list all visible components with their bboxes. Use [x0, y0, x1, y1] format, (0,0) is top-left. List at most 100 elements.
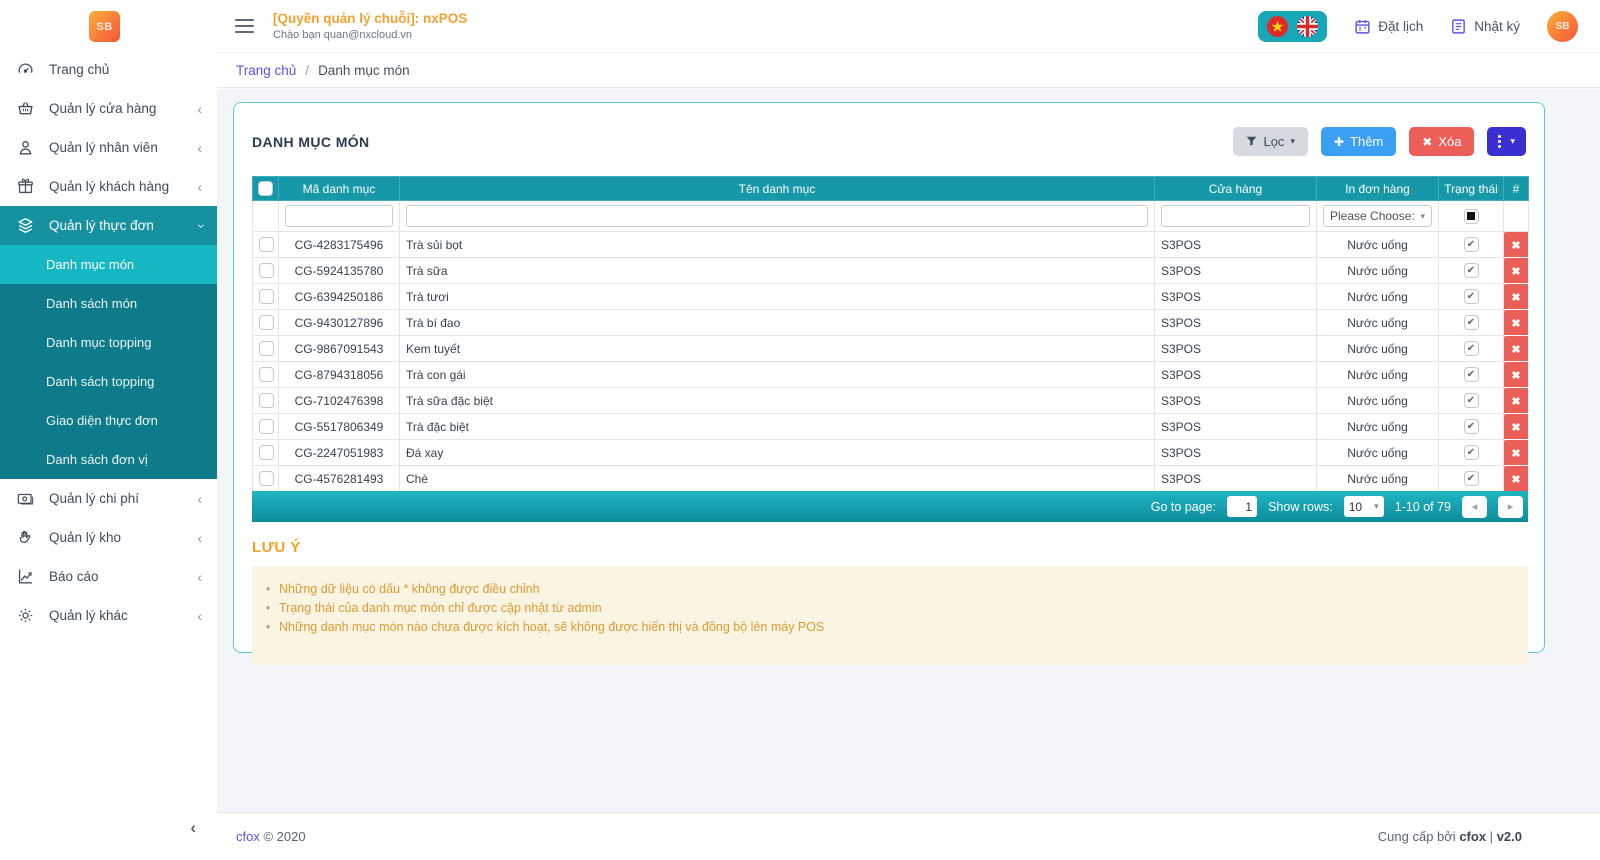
row-checkbox[interactable] [259, 419, 274, 435]
delete-row-button[interactable]: ✖ [1503, 361, 1529, 388]
row-checkbox[interactable] [259, 315, 274, 331]
sidebar-subitem[interactable]: Giao diện thực đơn [0, 401, 217, 440]
notes-box: Những dữ liệu có dấu * không được điều c… [252, 566, 1528, 665]
sidebar-item-home[interactable]: Trang chủ [0, 50, 217, 89]
delete-row-button[interactable]: ✖ [1503, 465, 1529, 492]
journal-button[interactable]: Nhật ký [1450, 18, 1520, 35]
chevron-left-icon: ‹ [197, 139, 202, 156]
status-checkbox[interactable] [1463, 289, 1479, 305]
filter-code-input[interactable] [285, 205, 393, 227]
table-row: CG-5517806349Trà đặc biệtS3POSNước uống ✖ [252, 413, 1529, 440]
status-checkbox[interactable] [1463, 315, 1479, 331]
prev-page-button[interactable]: ◂ [1462, 495, 1487, 518]
table-row: CG-9867091543Kem tuyếtS3POSNước uống ✖ [252, 335, 1529, 362]
row-checkbox[interactable] [259, 367, 274, 383]
sidebar-subitem[interactable]: Danh sách topping [0, 362, 217, 401]
filter-store-input[interactable] [1161, 205, 1310, 227]
delete-row-button[interactable]: ✖ [1503, 231, 1529, 258]
topbar-right: Đặt lịch Nhật ký SB [1258, 10, 1578, 42]
dashboard-icon [16, 60, 35, 79]
chevron-left-icon: ‹ [197, 490, 202, 507]
user-avatar[interactable]: SB [1547, 10, 1578, 42]
row-checkbox[interactable] [259, 237, 274, 253]
sidebar-item-menu[interactable]: Quản lý thực đơn ‹ [0, 206, 217, 245]
vietnam-flag-icon[interactable] [1267, 15, 1289, 37]
row-checkbox[interactable] [259, 341, 274, 357]
col-header-name: Tên danh mục [399, 176, 1155, 201]
row-checkbox[interactable] [259, 445, 274, 461]
page-number-input[interactable] [1227, 496, 1258, 517]
col-header-code: Mã danh mục [278, 176, 400, 201]
delete-row-button[interactable]: ✖ [1503, 257, 1529, 284]
sidebar-item-expense[interactable]: Quản lý chi phí ‹ [0, 479, 217, 518]
delete-row-button[interactable]: ✖ [1503, 283, 1529, 310]
calendar-icon [1355, 19, 1370, 34]
status-checkbox[interactable] [1463, 263, 1479, 279]
filter-button[interactable]: Lọc ▾ [1233, 127, 1308, 156]
sidebar-subitem[interactable]: Danh sách món [0, 284, 217, 323]
caret-down-icon: ▾ [1510, 136, 1515, 146]
delete-selected-button[interactable]: ✖ Xóa [1409, 127, 1475, 156]
cell-name: Trà đặc biệt [399, 413, 1155, 440]
uk-flag-icon[interactable] [1297, 15, 1319, 37]
category-table: Mã danh mục Tên danh mục Cửa hàng In đơn… [252, 176, 1529, 492]
sidebar-item-warehouse[interactable]: Quản lý kho ‹ [0, 518, 217, 557]
select-all-checkbox[interactable] [258, 181, 273, 197]
status-checkbox[interactable] [1463, 341, 1479, 357]
notes-title: LƯU Ý [252, 539, 301, 556]
footer-brand-link[interactable]: cfox [236, 829, 260, 844]
chevron-down-icon: ‹ [191, 223, 208, 228]
status-checkbox[interactable] [1463, 471, 1479, 487]
sidebar-item-label: Quản lý nhân viên [49, 140, 158, 155]
schedule-button[interactable]: Đặt lịch [1354, 18, 1423, 35]
row-checkbox[interactable] [259, 263, 274, 279]
sidebar-item-other[interactable]: Quản lý khác ‹ [0, 596, 217, 635]
delete-row-button[interactable]: ✖ [1503, 387, 1529, 414]
content-area: DANH MỤC MÓN Lọc ▾ ✚ Thêm ✖ Xóa ▾ Mã dan… [217, 89, 1600, 812]
cell-store: S3POS [1154, 413, 1317, 440]
app-logo[interactable]: SB [89, 11, 120, 42]
sidebar-subitem[interactable]: Danh mục topping [0, 323, 217, 362]
row-checkbox[interactable] [259, 289, 274, 305]
status-checkbox[interactable] [1463, 237, 1479, 253]
status-checkbox[interactable] [1463, 419, 1479, 435]
sidebar-item-report[interactable]: Báo cáo ‹ [0, 557, 217, 596]
note-item: Trạng thái của danh mục món chỉ được cập… [261, 601, 1518, 615]
rows-per-page-select[interactable]: 10 ▾ [1343, 496, 1384, 517]
status-checkbox[interactable] [1463, 393, 1479, 409]
sidebar-item-label: Quản lý kho [49, 530, 122, 545]
table-row: CG-6394250186Trà tươiS3POSNước uống ✖ [252, 283, 1529, 310]
cell-store: S3POS [1154, 309, 1317, 336]
status-checkbox[interactable] [1463, 445, 1479, 461]
delete-row-button[interactable]: ✖ [1503, 413, 1529, 440]
cell-code: CG-6394250186 [278, 283, 400, 310]
note-item: Những danh mục món nào chưa được kích ho… [261, 620, 1518, 634]
next-page-button[interactable]: ▸ [1498, 495, 1523, 518]
breadcrumb-home-link[interactable]: Trang chủ [236, 63, 296, 78]
language-switcher [1258, 10, 1328, 42]
panel-header: DANH MỤC MÓN Lọc ▾ ✚ Thêm ✖ Xóa ▾ [252, 127, 1526, 156]
row-checkbox[interactable] [259, 471, 274, 487]
status-checkbox[interactable] [1463, 367, 1479, 383]
delete-row-button[interactable]: ✖ [1503, 335, 1529, 362]
delete-row-button[interactable]: ✖ [1503, 439, 1529, 466]
hamburger-menu-icon[interactable] [235, 19, 254, 33]
filter-status-checkbox[interactable] [1463, 208, 1479, 224]
more-actions-button[interactable]: ▾ [1487, 127, 1526, 156]
sidebar-subitem[interactable]: Danh sách đơn vị [0, 440, 217, 479]
journal-label: Nhật ký [1474, 18, 1520, 34]
row-checkbox[interactable] [259, 393, 274, 409]
sidebar-item-customers[interactable]: Quản lý khách hàng ‹ [0, 167, 217, 206]
sidebar-item-staff[interactable]: Quản lý nhân viên ‹ [0, 128, 217, 167]
delete-row-button[interactable]: ✖ [1503, 309, 1529, 336]
filter-name-input[interactable] [406, 205, 1148, 227]
add-button[interactable]: ✚ Thêm [1320, 127, 1397, 156]
sidebar-collapse-button[interactable]: ‹ [190, 819, 196, 836]
filter-print-select[interactable]: Please Choose: ▾ [1323, 205, 1432, 227]
sidebar-nav: Trang chủ Quản lý cửa hàng ‹ Quản lý nhân v… [0, 50, 217, 635]
sidebar-item-stores[interactable]: Quản lý cửa hàng ‹ [0, 89, 217, 128]
journal-icon [1452, 18, 1466, 34]
topbar: [Quyền quản lý chuỗi]: nxPOS Chào bạn qu… [217, 0, 1600, 52]
table-row: CG-7102476398 Trà sữa đặc biệt S3POS Nước u… [252, 387, 1529, 414]
sidebar-subitem[interactable]: Danh mục món [0, 245, 217, 284]
